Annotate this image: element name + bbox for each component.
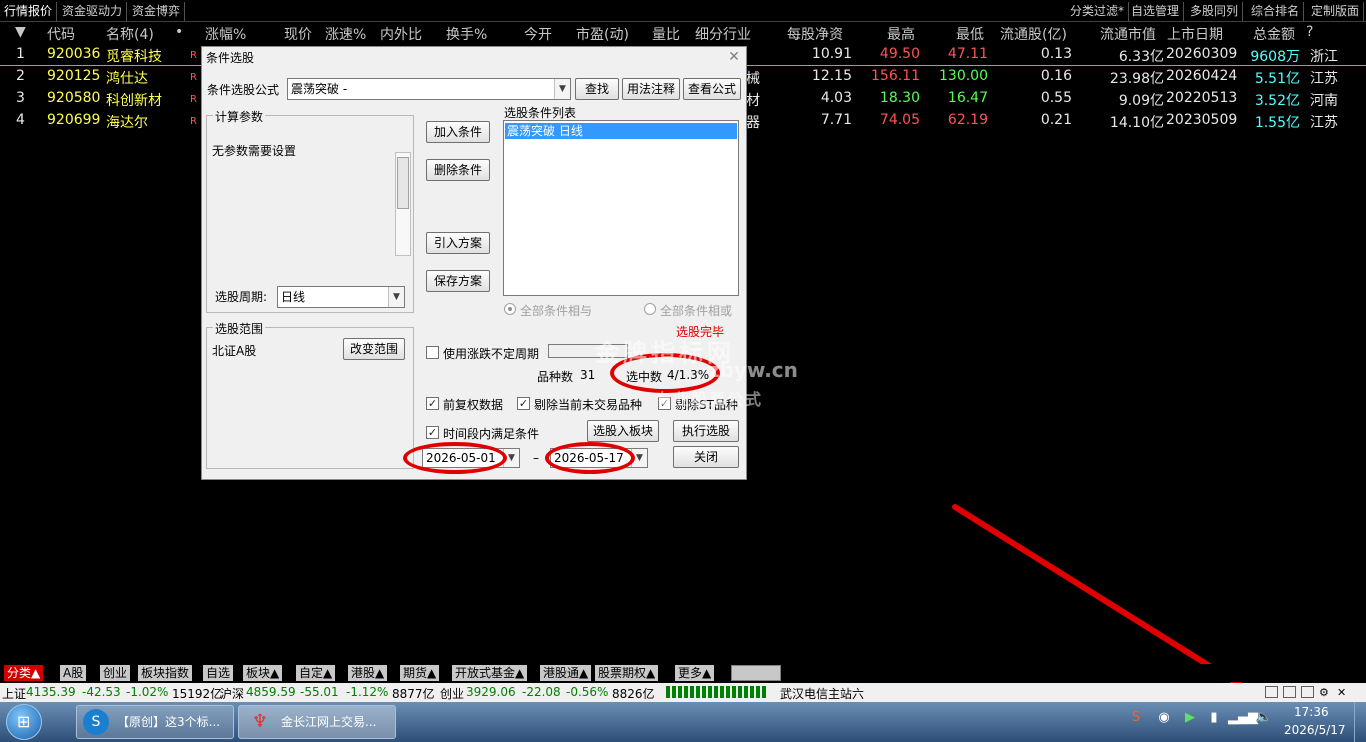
tab-stock-options[interactable]: 股票期权▲	[595, 665, 660, 681]
clock-time[interactable]: 17:36	[1294, 705, 1329, 719]
volume-icon[interactable]: 🔈	[1254, 708, 1274, 728]
cy-change: -22.08	[522, 685, 561, 699]
taskbar-item-browser[interactable]: S 【原创】这3个标...	[76, 705, 234, 739]
browser-icon: S	[83, 709, 109, 735]
tab-sector-index[interactable]: 板块指数	[138, 665, 194, 681]
tab-a-shares[interactable]: A股	[60, 665, 88, 681]
window-icon[interactable]	[1265, 686, 1278, 698]
tab-category[interactable]: 分类▲	[4, 665, 45, 681]
tab-more[interactable]: 更多▲	[675, 665, 716, 681]
trading-app-icon: ♆	[251, 711, 269, 732]
bottom-tab-bar: 分类▲ A股 创业 板块指数 自选 板块▲ 自定▲ 港股▲ 期货▲ 开放式基金▲…	[0, 664, 1366, 682]
taskbar-item-trading[interactable]: ♆ 金长江网上交易...	[238, 705, 396, 739]
annotation-arrow	[952, 504, 1304, 726]
tray-app-icon[interactable]: ◉	[1154, 708, 1174, 728]
tab-hk-stocks[interactable]: 港股▲	[348, 665, 389, 681]
tab-custom[interactable]: 自定▲	[296, 665, 337, 681]
cy-label: 创业	[440, 687, 465, 701]
sh-label: 上证	[2, 687, 27, 701]
taskbar-item-label: 【原创】这3个标...	[117, 715, 221, 729]
taskbar-item-label: 金长江网上交易...	[281, 715, 377, 729]
window-icon[interactable]	[1283, 686, 1296, 698]
hs-label: 沪深	[220, 687, 245, 701]
hs-amount: 8877亿	[392, 687, 435, 701]
breadth-indicator	[666, 686, 766, 698]
clock-date[interactable]: 2026/5/17	[1284, 723, 1346, 737]
tab-watchlist[interactable]: 自选	[203, 665, 235, 681]
sh-amount: 15192亿	[172, 687, 223, 701]
tab-open-funds[interactable]: 开放式基金▲	[452, 665, 529, 681]
cy-amount: 8826亿	[612, 687, 655, 701]
tab-futures[interactable]: 期货▲	[400, 665, 441, 681]
sh-change: -42.53	[82, 685, 121, 699]
start-button[interactable]: ⊞	[6, 704, 42, 740]
play-icon[interactable]: ▶	[1180, 708, 1200, 728]
windows-icon: ⊞	[17, 712, 31, 731]
sh-value: 4135.39	[26, 685, 76, 699]
tab-chinext[interactable]: 创业	[100, 665, 132, 681]
show-desktop-button[interactable]	[1354, 702, 1366, 742]
cy-value: 3929.06	[466, 685, 516, 699]
hs-value: 4859.59	[246, 685, 296, 699]
tab-hk-connect[interactable]: 港股通▲	[540, 665, 593, 681]
device-icon[interactable]: ▮	[1204, 708, 1224, 728]
tab-scrollbar[interactable]	[731, 665, 781, 681]
status-icons: ⚙ ✕	[1265, 686, 1361, 699]
status-bar: 上证 4135.39 -42.53 -1.02% 15192亿 沪深 4859.…	[0, 683, 1366, 702]
cy-pct: -0.56%	[566, 685, 609, 699]
sh-pct: -1.02%	[126, 685, 169, 699]
gear-icon[interactable]: ⚙	[1319, 686, 1329, 699]
sogou-icon[interactable]: S	[1126, 708, 1146, 728]
network-icon[interactable]: ▂▄▆	[1228, 708, 1258, 728]
close-icon[interactable]: ✕	[1337, 686, 1346, 699]
hs-pct: -1.12%	[346, 685, 389, 699]
window-icon[interactable]	[1301, 686, 1314, 698]
server-name: 武汉电信主站六	[780, 687, 865, 701]
hs-change: -55.01	[300, 685, 339, 699]
windows-taskbar: ⊞ S 【原创】这3个标... ♆ 金长江网上交易... S ◉ ▶ ▮ ▂▄▆…	[0, 702, 1366, 742]
tab-sector[interactable]: 板块▲	[243, 665, 284, 681]
